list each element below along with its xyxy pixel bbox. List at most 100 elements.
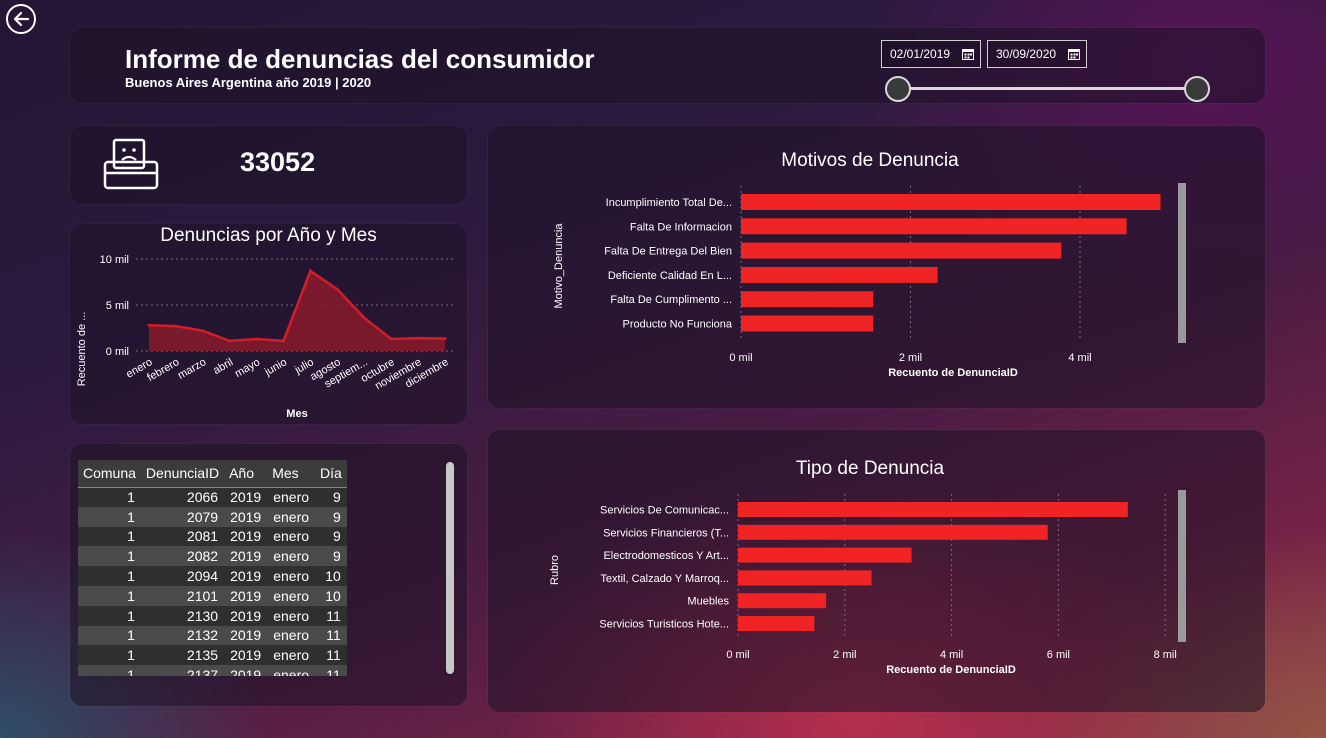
y-axis-label: Rubro: [549, 555, 561, 585]
start-date-input[interactable]: 02/01/2019: [881, 40, 981, 68]
table-cell: 10: [315, 566, 347, 586]
tipo-chart-card: Tipo de Denuncia Rubro Recuento de Denun…: [488, 430, 1265, 712]
table-cell: 11: [315, 605, 347, 626]
column-header[interactable]: Mes: [267, 460, 316, 488]
x-tick: abril: [211, 356, 235, 377]
column-header[interactable]: Comuna: [78, 460, 141, 488]
data-point[interactable]: [255, 337, 259, 341]
bar[interactable]: [738, 570, 872, 586]
data-point[interactable]: [389, 337, 393, 341]
x-tick: 2 mil: [899, 352, 922, 364]
x-tick: 6 mil: [1047, 649, 1070, 661]
table-cell: enero: [267, 566, 316, 586]
data-point[interactable]: [308, 269, 312, 273]
table-cell: 2019: [224, 665, 268, 676]
start-date-value: 02/01/2019: [890, 47, 951, 61]
page-title: Informe de denuncias del consumidor: [125, 44, 595, 74]
calendar-icon: [962, 49, 975, 60]
bar[interactable]: [738, 616, 815, 631]
kpi-card: 33052: [70, 126, 467, 204]
table-cell: enero: [267, 506, 316, 527]
end-date-input[interactable]: 30/09/2020: [987, 40, 1087, 68]
table-cell: 2132: [140, 625, 225, 646]
table-cell: 9: [315, 487, 347, 507]
complaint-box-icon: [103, 138, 159, 190]
table-cell: 2130: [140, 605, 225, 626]
bar[interactable]: [741, 218, 1127, 235]
y-tick: 5 mil: [106, 300, 129, 312]
tipo-scrollbar[interactable]: [1178, 490, 1186, 642]
table-row[interactable]: 1 2079 2019 enero 9: [78, 506, 347, 527]
category-label: Servicios Financieros (T...: [603, 527, 729, 539]
x-axis-label: Mes: [286, 408, 307, 420]
tipo-bar-chart: Rubro Recuento de DenunciaID 0 mil 2 mil 4…: [549, 494, 1177, 676]
table-row[interactable]: 1 2094 2019 enero 10: [78, 566, 347, 586]
data-point[interactable]: [174, 324, 178, 328]
category-label: Muebles: [687, 596, 729, 608]
table-cell: 11: [315, 625, 347, 646]
table-cell: 2101: [140, 585, 225, 606]
bar[interactable]: [738, 547, 912, 563]
table-cell: 2135: [140, 645, 225, 666]
table-cell: 1: [78, 487, 141, 507]
data-table[interactable]: Comuna DenunciaID Año Mes Día 1 2066 2019 enero…: [78, 460, 348, 676]
table-row[interactable]: 1 2081 2019 enero 9: [78, 526, 347, 547]
column-header[interactable]: Año: [224, 460, 268, 488]
data-point[interactable]: [443, 337, 447, 341]
table-cell: 2079: [140, 506, 225, 527]
bar[interactable]: [738, 524, 1048, 540]
column-header[interactable]: Día: [315, 460, 347, 488]
data-point[interactable]: [335, 287, 339, 291]
table-cell: 1: [78, 546, 141, 567]
header-card: Informe de denuncias del consumidor Buen…: [70, 28, 1265, 103]
x-tick: 2 mil: [833, 649, 856, 661]
bar[interactable]: [738, 502, 1128, 517]
table-cell: 11: [315, 645, 347, 666]
x-tick: mayo: [233, 356, 262, 380]
table-cell: 2019: [224, 605, 268, 626]
table-card: Comuna DenunciaID Año Mes Día 1 2066 2019 enero…: [70, 444, 467, 706]
date-range-start-handle[interactable]: [885, 76, 911, 102]
table-cell: 9: [315, 546, 347, 567]
table-row[interactable]: 1 2132 2019 enero 11: [78, 625, 347, 646]
bar[interactable]: [741, 315, 874, 332]
category-label: Electrodomesticos Y Art...: [603, 550, 729, 562]
table-row[interactable]: 1 2137 2019 enero 11: [78, 665, 347, 676]
data-point[interactable]: [228, 339, 232, 343]
bar[interactable]: [738, 593, 827, 609]
x-axis-label: Recuento de DenunciaID: [886, 664, 1016, 676]
date-range-end-handle[interactable]: [1184, 76, 1210, 102]
table-row[interactable]: 1 2066 2019 enero 9: [78, 487, 347, 507]
table-cell: 2019: [224, 566, 268, 586]
data-point[interactable]: [201, 329, 205, 333]
table-row[interactable]: 1 2082 2019 enero 9: [78, 546, 347, 567]
data-point[interactable]: [282, 339, 286, 343]
table-row[interactable]: 1 2130 2019 enero 11: [78, 605, 347, 626]
table-cell: 1: [78, 566, 141, 586]
table-cell: 1: [78, 506, 141, 527]
x-tick: junio: [262, 356, 289, 379]
table-cell: enero: [267, 546, 316, 567]
bar[interactable]: [741, 291, 874, 308]
column-header[interactable]: DenunciaID: [140, 460, 225, 488]
x-tick: 0 mil: [729, 352, 752, 364]
date-range-track[interactable]: [898, 87, 1198, 90]
category-label: Incumplimiento Total De...: [606, 197, 732, 209]
bar[interactable]: [741, 194, 1161, 210]
category-label: Falta De Cumplimento ...: [610, 294, 732, 306]
line-chart: Recuento de ... 10 mil 5 mil 0 mil Mes e…: [76, 254, 455, 420]
motivos-scrollbar[interactable]: [1178, 183, 1186, 343]
data-point[interactable]: [416, 336, 420, 340]
back-button[interactable]: [6, 4, 36, 34]
category-label: Producto No Funciona: [623, 319, 733, 331]
arrow-left-icon: [13, 11, 30, 27]
bar[interactable]: [741, 242, 1062, 259]
table-cell: enero: [267, 625, 316, 646]
table-row[interactable]: 1 2101 2019 enero 10: [78, 585, 347, 606]
table-scrollbar[interactable]: [446, 462, 454, 674]
data-point[interactable]: [147, 323, 151, 327]
data-point[interactable]: [362, 316, 366, 320]
table-cell: 9: [315, 506, 347, 527]
bar[interactable]: [741, 266, 938, 283]
table-row[interactable]: 1 2135 2019 enero 11: [78, 645, 347, 666]
